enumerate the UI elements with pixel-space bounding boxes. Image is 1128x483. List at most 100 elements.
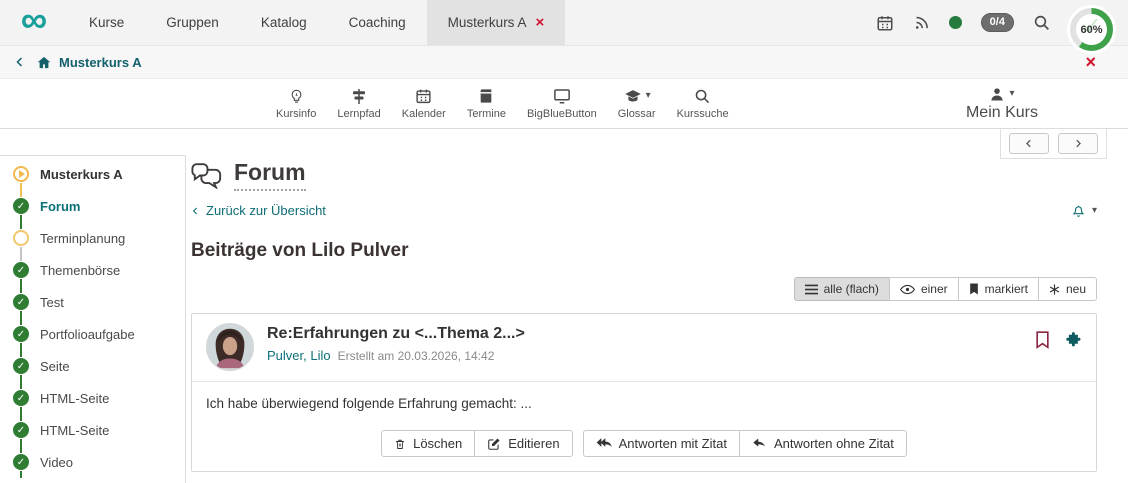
chevron-down-icon: ▾ [645,90,651,101]
top-navbar: ∞ Kurse Gruppen Katalog Coaching Musterk… [0,0,1128,46]
breadcrumb-course-link[interactable]: Musterkurs A [36,55,142,70]
done-check-icon: ✓ [13,422,29,438]
sidebar-item-forum[interactable]: ✓ Forum [0,190,185,222]
bookmark-post-icon[interactable] [1035,331,1050,349]
toolbar-kursinfo[interactable]: Kursinfo [268,84,324,122]
sidebar-item-seite[interactable]: ✓ Seite [0,350,185,382]
lightbulb-icon [289,86,304,106]
sidebar-item-html-seite-1[interactable]: ✓ HTML-Seite [0,382,185,414]
tab-label: Kurse [89,15,125,30]
list-icon [804,284,818,294]
toolbar-bigbluebutton[interactable]: BigBlueButton [519,84,605,122]
done-check-icon: ✓ [13,326,29,342]
course-menu: Musterkurs A ✓ Forum Terminplanung ✓ The… [0,155,186,483]
post-actions: Löschen Editieren Antworten mit Zitat An… [192,426,1096,471]
page-title-row: Forum [191,159,1097,191]
toolbar-items: Kursinfo Lernpfad Kalender Termine BigBl… [268,84,737,122]
done-check-icon: ✓ [13,358,29,374]
back-to-overview-link[interactable]: Zurück zur Übersicht [191,203,326,218]
done-check-icon: ✓ [13,390,29,406]
search-icon[interactable] [1033,14,1051,32]
bell-icon [1072,205,1085,217]
sidebar-item-themenboerse[interactable]: ✓ Themenbörse [0,254,185,286]
course-progress-ring: ✓ 60% [1070,8,1113,51]
sidebar-item-html-seite-2[interactable]: ✓ HTML-Seite [0,414,185,446]
post-title: Re:Erfahrungen zu <...Thema 2...> [267,325,525,342]
edit-action-group: Löschen Editieren [381,430,573,457]
chevron-left-icon [1026,139,1031,148]
done-check-icon: ✓ [13,262,29,278]
graduation-cap-icon [624,89,641,101]
chevron-down-icon: ▾ [1091,204,1097,216]
reply-with-quote-button[interactable]: Antworten mit Zitat [582,430,740,457]
home-icon [37,56,51,68]
sidebar-item-video[interactable]: ✓ Video [0,446,185,478]
todo-circle-icon [13,230,29,246]
sidebar-item-portfolioaufgabe[interactable]: ✓ Portfolioaufgabe [0,318,185,350]
puzzle-icon[interactable] [1064,331,1082,349]
book-icon [478,86,494,106]
reply-icon [753,438,765,447]
sidebar-item-terminplanung[interactable]: Terminplanung [0,222,185,254]
filter-alle-flach[interactable]: alle (flach) [793,277,890,301]
toolbar-termine[interactable]: Termine [459,84,514,122]
close-tab-icon[interactable]: × [535,15,544,30]
subscribe-menu[interactable]: ▾ [1071,202,1097,219]
chevron-left-icon [192,207,198,214]
posts-heading: Beiträge von Lilo Pulver [191,240,409,261]
trash-icon [396,439,405,449]
previous-button[interactable] [1009,133,1049,154]
tab-label: Gruppen [166,15,219,30]
asterisk-icon [1049,283,1060,295]
tab-coaching[interactable]: Coaching [328,0,427,45]
tab-gruppen[interactable]: Gruppen [145,0,240,45]
mein-kurs-menu[interactable]: ▾ Mein Kurs [966,84,1038,122]
assessment-badge[interactable]: 0/4 [980,12,1014,33]
tab-label: Musterkurs A [447,15,527,30]
toolbar-glossar[interactable]: ▾ Glossar [610,84,664,122]
delete-button[interactable]: Löschen [381,430,476,457]
chevron-right-icon [1076,139,1081,148]
search-icon [694,86,711,106]
sidebar-item-musterkurs[interactable]: Musterkurs A [0,158,185,190]
post-author-avatar [206,323,254,371]
tab-katalog[interactable]: Katalog [240,0,328,45]
toolbar-lernpfad[interactable]: Lernpfad [329,84,388,122]
view-filter-group: alle (flach) einer markiert neu [191,277,1097,301]
person-icon [991,87,1004,100]
post-header-icons [1035,323,1082,349]
progress-value: 60% [1080,23,1103,36]
forum-post-card: Re:Erfahrungen zu <...Thema 2...> Pulver… [191,313,1097,472]
toolbar-kurssuche[interactable]: Kurssuche [669,84,737,122]
display-icon [552,86,572,106]
filter-neu[interactable]: neu [1037,277,1097,301]
rss-feed-icon[interactable] [913,14,930,31]
done-check-icon: ✓ [13,454,29,470]
course-pager [1000,129,1107,159]
post-created-date: Erstellt am 20.03.2026, 14:42 [337,349,495,363]
sub-header-row: Zurück zur Übersicht ▾ [191,202,1097,219]
chevron-down-icon: ▾ [1009,88,1015,99]
toolbar-kalender[interactable]: Kalender [394,84,454,122]
tab-kurse[interactable]: Kurse [68,0,145,45]
tab-musterkurs[interactable]: Musterkurs A × [426,0,566,45]
post-author-link[interactable]: Pulver, Lilo [267,348,331,363]
next-button[interactable] [1058,133,1098,154]
calendar-icon[interactable] [876,14,894,32]
filter-markiert[interactable]: markiert [957,277,1039,301]
breadcrumb-label: Musterkurs A [59,54,142,70]
close-course-icon[interactable]: × [1085,53,1096,71]
post-meta-row: Pulver, Lilo Erstellt am 20.03.2026, 14:… [267,348,525,363]
page-title: Forum [234,159,306,191]
sidebar-item-test[interactable]: ✓ Test [0,286,185,318]
edit-button[interactable]: Editieren [474,430,573,457]
tab-label: Coaching [348,15,406,30]
openolat-logo-icon[interactable]: ∞ [0,0,68,45]
filter-einer[interactable]: einer [888,277,959,301]
bookmark-icon [969,283,978,295]
breadcrumb-back-icon[interactable] [14,55,26,69]
done-check-icon: ✓ [13,294,29,310]
reply-without-quote-button[interactable]: Antworten ohne Zitat [738,430,907,457]
forum-bubbles-icon [191,162,222,189]
online-status-dot [948,16,962,29]
